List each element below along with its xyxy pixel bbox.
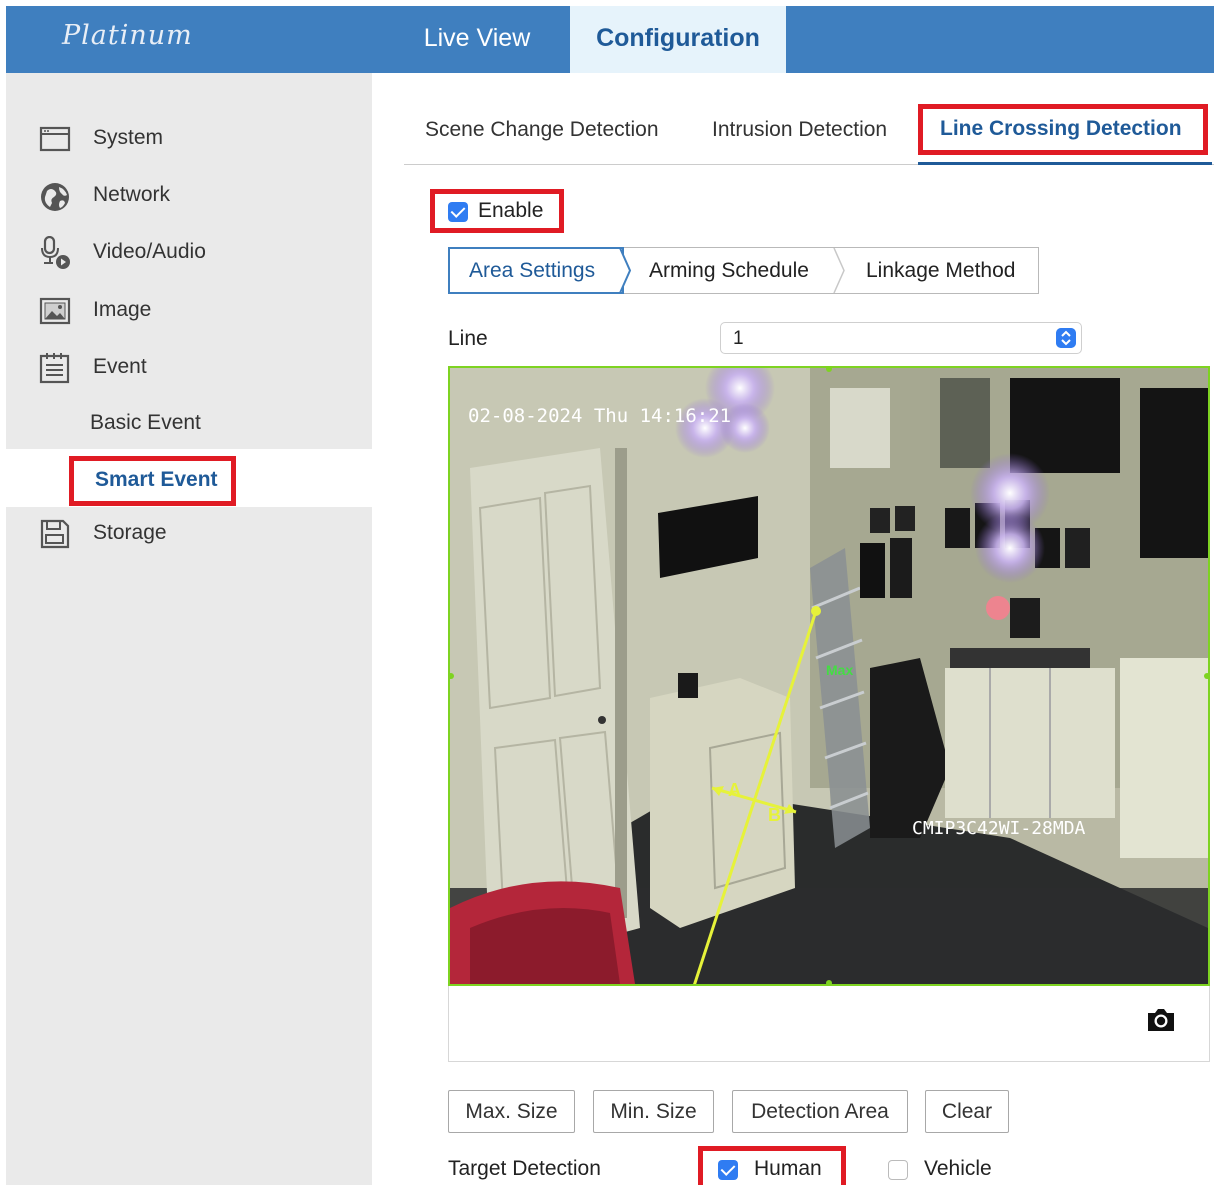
- camera-preview[interactable]: 02-08-2024 Thu 14:16:21 CMIP3C42WI-28MDA…: [448, 366, 1210, 986]
- vehicle-checkbox[interactable]: [888, 1160, 908, 1180]
- step-arming-schedule[interactable]: Arming Schedule: [649, 248, 809, 293]
- step-area-settings[interactable]: Area Settings: [448, 247, 624, 294]
- human-checkbox[interactable]: [718, 1160, 738, 1180]
- detection-area-button[interactable]: Detection Area: [732, 1090, 908, 1133]
- line-handle[interactable]: [811, 606, 821, 616]
- nav-tab-configuration[interactable]: Configuration: [570, 6, 786, 73]
- image-icon: [39, 297, 71, 325]
- brand-logo: Platinum: [62, 20, 193, 51]
- sidebar-subitem-basic-event[interactable]: Basic Event: [90, 411, 201, 435]
- line-select-value: 1: [733, 328, 744, 349]
- globe-icon: [41, 183, 69, 211]
- sidebar-item-label: Storage: [93, 521, 167, 544]
- sidebar-item-network[interactable]: Network: [6, 173, 372, 217]
- window-icon: [39, 126, 71, 152]
- step-separator-icon: [833, 248, 845, 293]
- target-detection-label: Target Detection: [448, 1157, 601, 1180]
- vehicle-label: Vehicle: [924, 1157, 992, 1180]
- clear-button[interactable]: Clear: [925, 1090, 1009, 1133]
- sidebar-item-label: System: [93, 126, 164, 149]
- line-select[interactable]: 1: [720, 322, 1082, 354]
- tab-line-crossing-detection[interactable]: Line Crossing Detection: [918, 104, 1208, 155]
- sidebar-item-label: Image: [93, 298, 152, 321]
- line-end-label-b: B: [768, 805, 781, 825]
- sidebar-item-image[interactable]: Image: [6, 288, 372, 332]
- sidebar-item-storage[interactable]: Storage: [6, 511, 372, 555]
- sidebar-subitem-label: Smart Event: [95, 468, 218, 491]
- sidebar-item-label: Network: [93, 183, 171, 206]
- sidebar-item-label: Video/Audio: [93, 240, 206, 263]
- line-label: Line: [448, 327, 488, 350]
- microphone-icon: [41, 236, 70, 269]
- step-separator-icon: [619, 248, 632, 293]
- enable-checkbox[interactable]: [448, 202, 468, 222]
- sidebar-item-system[interactable]: System: [6, 116, 372, 160]
- human-label: Human: [754, 1157, 822, 1180]
- sidebar-item-label: Event: [93, 355, 147, 378]
- tab-scene-change-detection[interactable]: Scene Change Detection: [425, 118, 659, 142]
- sidebar-item-video-audio[interactable]: Video/Audio: [6, 230, 372, 274]
- tab-intrusion-detection[interactable]: Intrusion Detection: [712, 118, 887, 142]
- floppy-disk-icon: [40, 519, 70, 549]
- updown-chevron-icon: [1056, 328, 1076, 348]
- line-end-label-a: A: [728, 780, 741, 800]
- calendar-icon: [39, 353, 70, 384]
- preview-toolbar: [448, 986, 1210, 1062]
- nav-tab-live-view[interactable]: Live View: [382, 6, 572, 73]
- enable-label: Enable: [478, 199, 544, 222]
- max-size-button[interactable]: Max. Size: [448, 1090, 575, 1133]
- settings-steps: Area Settings Arming Schedule Linkage Me…: [448, 247, 1039, 294]
- sidebar-subitem-smart-event[interactable]: Smart Event: [6, 449, 372, 507]
- video-timestamp: 02-08-2024 Thu 14:16:21: [468, 405, 731, 427]
- capture-camera-icon[interactable]: [1145, 1006, 1177, 1034]
- min-size-button[interactable]: Min. Size: [593, 1090, 714, 1133]
- sidebar: System Network Video/Audio Image Event B…: [6, 73, 372, 1185]
- sidebar-item-event[interactable]: Event: [6, 345, 372, 389]
- step-linkage-method[interactable]: Linkage Method: [866, 248, 1015, 293]
- top-nav-bar: Platinum Live View Configuration: [6, 6, 1214, 73]
- max-size-label: Max: [826, 662, 853, 678]
- tab-label: Line Crossing Detection: [940, 117, 1182, 140]
- active-tab-indicator: [918, 162, 1212, 165]
- camera-scene: 02-08-2024 Thu 14:16:21 CMIP3C42WI-28MDA…: [450, 368, 1208, 984]
- video-camera-name: CMIP3C42WI-28MDA: [912, 818, 1086, 839]
- highlight-box: Smart Event: [69, 456, 236, 506]
